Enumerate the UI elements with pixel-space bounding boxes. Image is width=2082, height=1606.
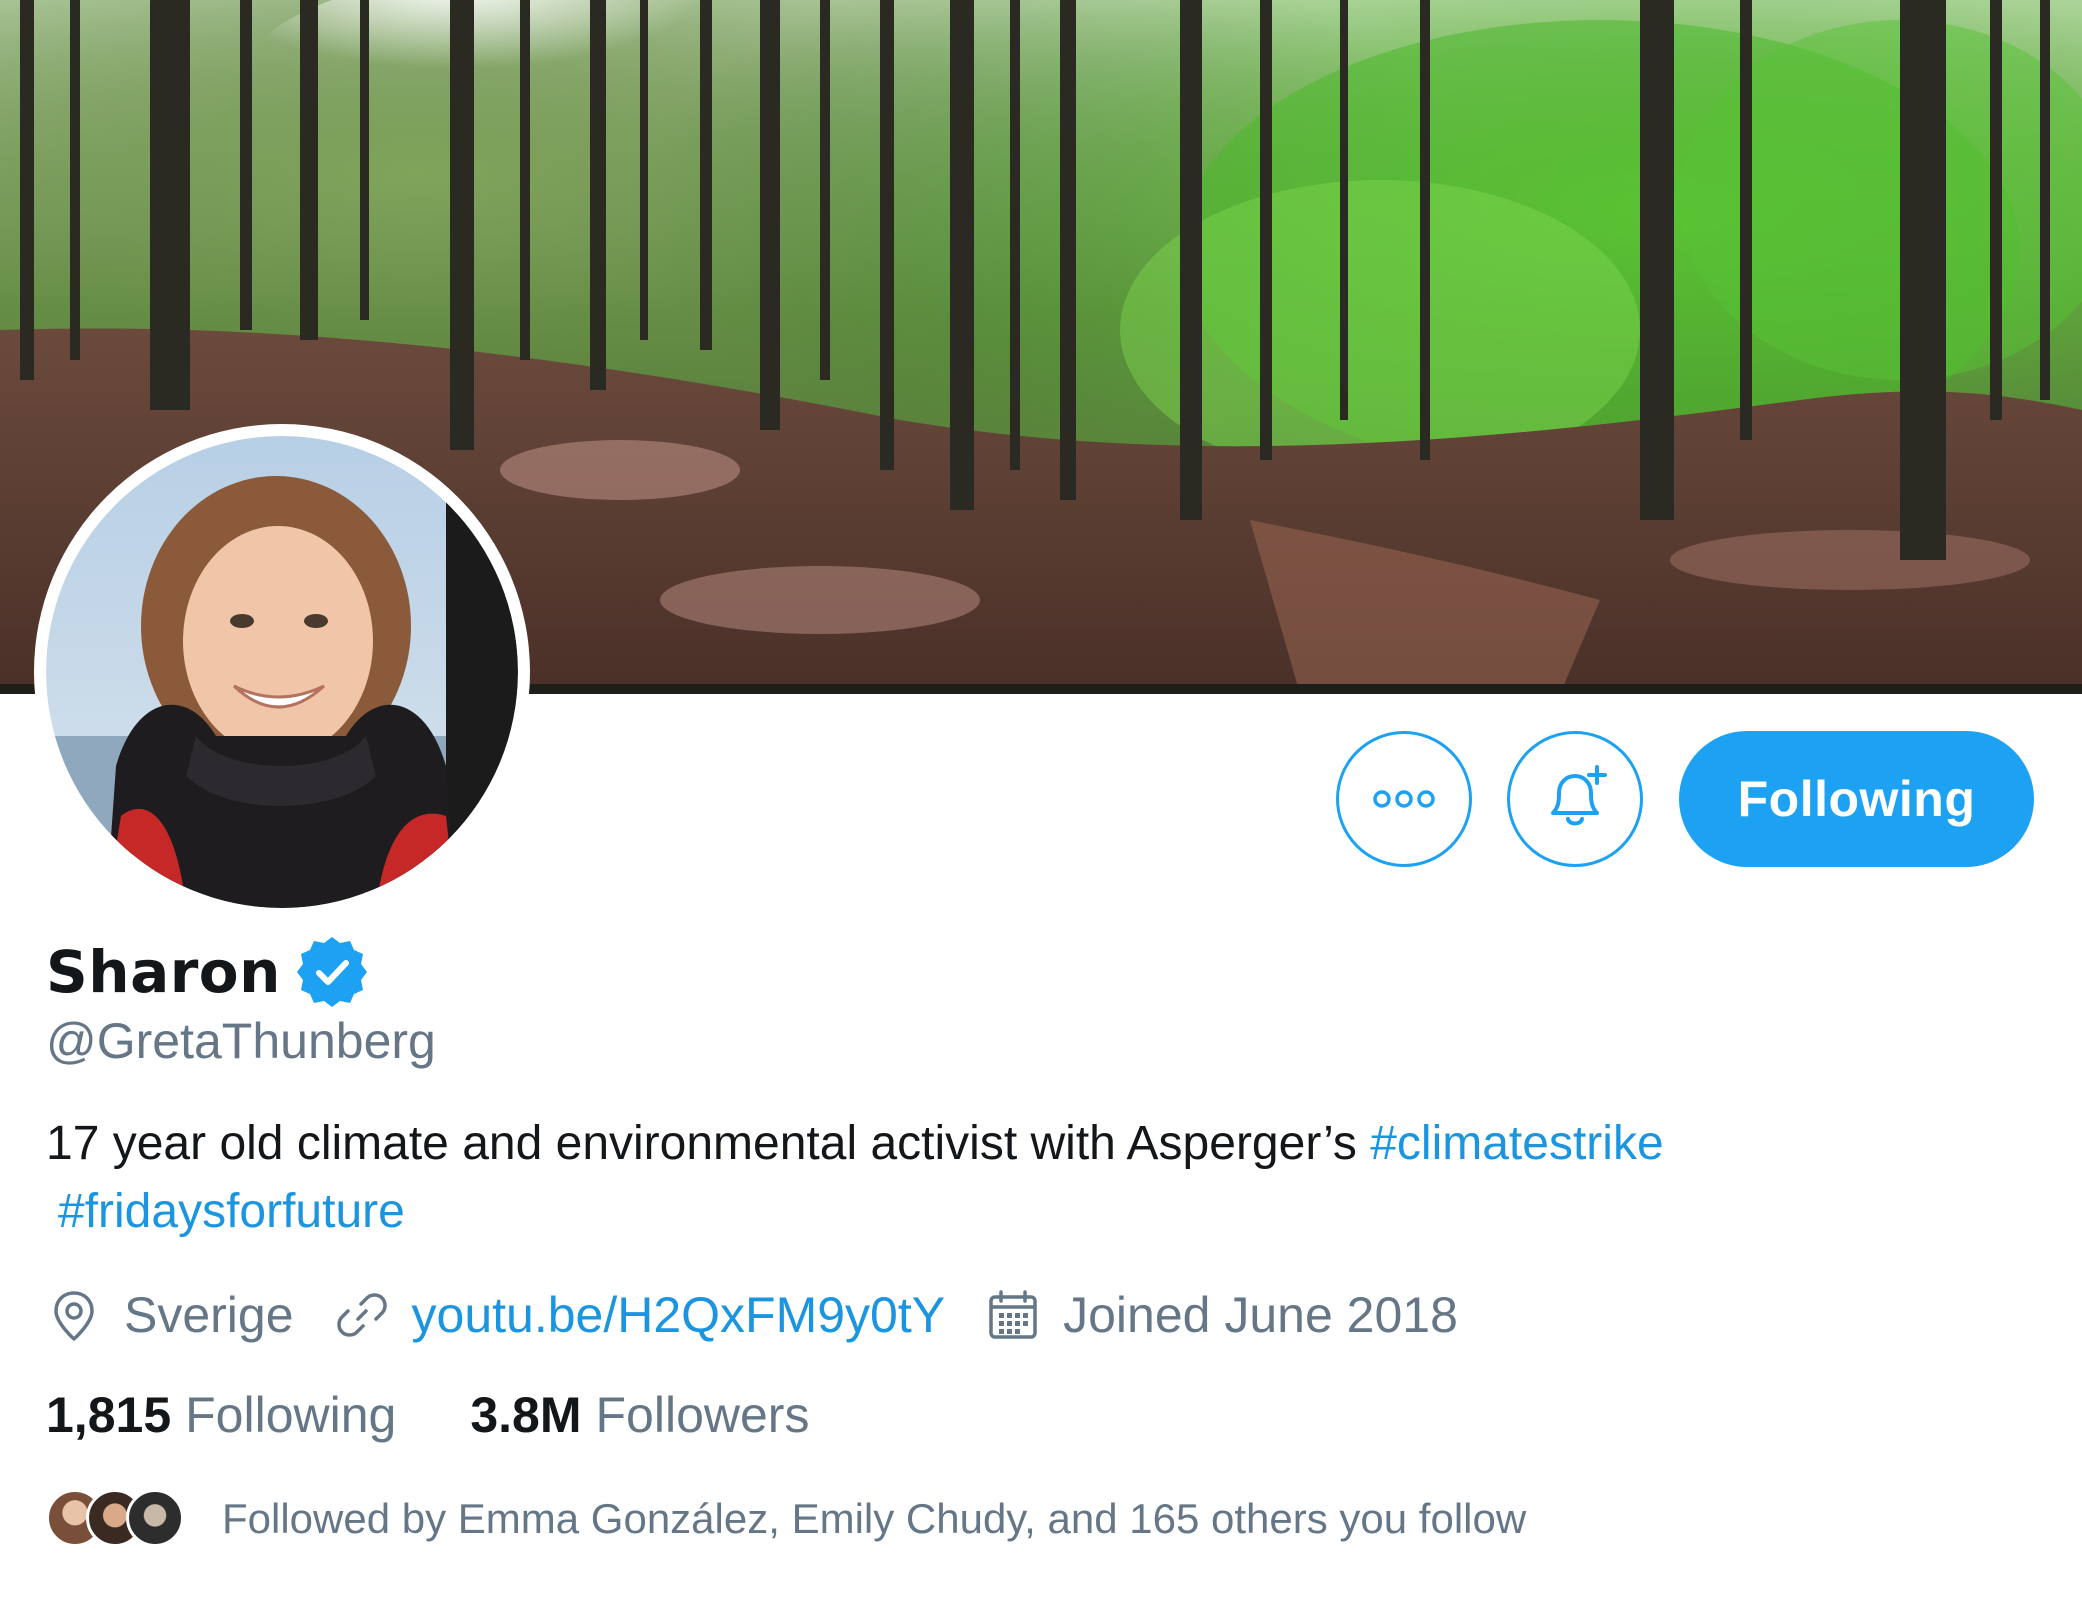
following-count: 1,815 bbox=[46, 1387, 172, 1443]
display-name: Sharon bbox=[46, 938, 281, 1006]
joined-date: Joined June 2018 bbox=[1063, 1287, 1458, 1343]
hashtag-link[interactable]: #fridaysforfuture bbox=[58, 1185, 405, 1238]
followers-label: Followers bbox=[595, 1387, 810, 1443]
more-options-button[interactable] bbox=[1336, 731, 1472, 867]
calendar-icon bbox=[989, 1290, 1037, 1339]
website-item: youtu.be/H2QxFM9y0tY bbox=[334, 1286, 946, 1344]
profile-stats: 1,815 Following 3.8M Followers bbox=[46, 1380, 809, 1450]
website-link[interactable]: youtu.be/H2QxFM9y0tY bbox=[412, 1286, 946, 1344]
avatar bbox=[126, 1489, 184, 1547]
location-pin-icon bbox=[54, 1291, 94, 1341]
bio-text: 17 year old climate and environmental ac… bbox=[46, 1117, 1371, 1170]
followed-by-text: Followed by Emma González, Emily Chudy, … bbox=[222, 1495, 1527, 1542]
name-row: Sharon bbox=[46, 932, 369, 1012]
location-text: Sverige bbox=[124, 1287, 294, 1343]
followed-by-row[interactable]: Followed by Emma González, Emily Chudy, … bbox=[46, 1484, 1526, 1554]
link-icon bbox=[336, 1293, 387, 1337]
notifications-button[interactable] bbox=[1507, 731, 1643, 867]
followers-count: 3.8M bbox=[470, 1387, 582, 1443]
followed-by-avatars bbox=[46, 1487, 186, 1551]
joined-item: Joined June 2018 bbox=[985, 1286, 1458, 1344]
following-label: Following bbox=[185, 1387, 397, 1443]
location-item: Sverige bbox=[46, 1286, 294, 1344]
hashtag-link[interactable]: #climatestrike bbox=[1370, 1117, 1663, 1170]
following-stat[interactable]: 1,815 Following bbox=[46, 1386, 396, 1444]
followers-stat[interactable]: 3.8M Followers bbox=[470, 1386, 809, 1444]
user-handle: @GretaThunberg bbox=[46, 1013, 436, 1069]
verified-badge-icon bbox=[296, 937, 367, 1007]
bell-plus-icon bbox=[1551, 765, 1607, 826]
bio-line-2: #fridaysforfuture bbox=[46, 1178, 1946, 1246]
more-icon bbox=[1373, 790, 1435, 808]
following-button[interactable]: Following bbox=[1679, 731, 2034, 867]
profile-page: Following Sharon @GretaThunberg 17 year … bbox=[0, 0, 2082, 1606]
profile-meta: Sverige youtu.be/H2QxFM9y0tY Joined June… bbox=[46, 1280, 1458, 1350]
profile-avatar[interactable] bbox=[34, 424, 530, 920]
avatar-image bbox=[46, 436, 518, 908]
bio-line-1: 17 year old climate and environmental ac… bbox=[46, 1110, 1946, 1178]
profile-bio: 17 year old climate and environmental ac… bbox=[46, 1110, 1946, 1246]
